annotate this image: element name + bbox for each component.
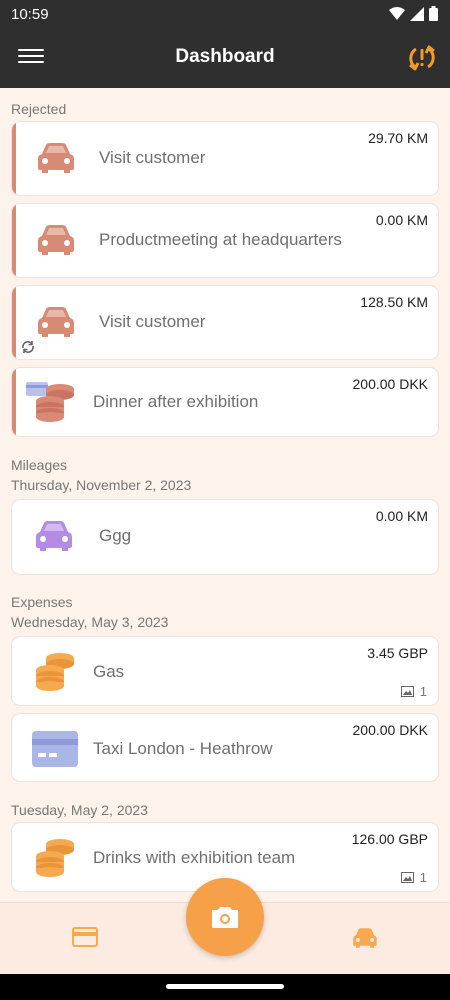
coins-icon [36, 653, 74, 691]
item-title: Visit customer [99, 312, 206, 331]
mileage-car-nav-icon[interactable] [352, 927, 378, 949]
item-title: Dinner after exhibition [93, 392, 259, 411]
car-icon [38, 143, 74, 173]
rejected-item[interactable]: Productmeeting at headquarters 0.00 KM [11, 203, 439, 278]
coins-icon [36, 839, 74, 877]
signal-icon [410, 6, 424, 21]
app-bar: Dashboard [0, 28, 450, 88]
item-title: Visit customer [99, 148, 206, 167]
status-time: 10:59 [11, 6, 49, 23]
item-amount: 128.50 KM [360, 294, 428, 310]
rejected-item[interactable]: Dinner after exhibition 200.00 DKK [11, 367, 439, 437]
camera-icon [212, 907, 238, 928]
status-icons [389, 6, 438, 21]
car-icon [38, 225, 74, 255]
expense-item[interactable]: Gas 3.45 GBP 1 [11, 636, 439, 706]
mileage-item[interactable]: Ggg 0.00 KM [11, 499, 439, 575]
item-amount: 200.00 DKK [352, 722, 429, 738]
section-header-expenses: Expenses [11, 594, 73, 610]
sync-icon [22, 341, 34, 353]
item-title: Taxi London - Heathrow [93, 739, 273, 758]
system-gesture-area [0, 974, 450, 1000]
car-icon [36, 521, 72, 551]
item-title: Ggg [99, 526, 132, 545]
item-title: Gas [93, 662, 125, 681]
section-date: Wednesday, May 3, 2023 [11, 614, 169, 630]
section-header-rejected: Rejected [11, 101, 67, 117]
item-title: Productmeeting at headquarters [99, 230, 342, 249]
wifi-icon [389, 6, 405, 20]
expense-item[interactable]: Taxi London - Heathrow 200.00 DKK [11, 713, 439, 782]
camera-capture-button[interactable] [186, 878, 264, 956]
rejected-item[interactable]: Visit customer 128.50 KM [11, 285, 439, 360]
home-gesture-bar[interactable] [166, 984, 284, 989]
section-date: Thursday, November 2, 2023 [11, 477, 192, 493]
rejected-item[interactable]: Visit customer 29.70 KM [11, 121, 439, 196]
credit-card-icon [32, 731, 78, 767]
status-bar: 10:59 [0, 0, 450, 28]
item-amount: 126.00 GBP [351, 831, 428, 847]
cash-card-icon [26, 382, 74, 422]
item-title: Drinks with exhibition team [93, 848, 296, 867]
item-amount: 0.00 KM [375, 212, 428, 228]
item-amount: 200.00 DKK [352, 376, 429, 392]
item-amount: 0.00 KM [375, 508, 428, 524]
battery-icon [429, 6, 438, 21]
attachment-count-value: 1 [419, 684, 427, 699]
image-icon [400, 686, 414, 697]
page-title: Dashboard [175, 46, 275, 67]
attachment-count: 1 [400, 870, 427, 885]
dashboard-list[interactable]: Rejected Visit customer 29.70 KM Product… [0, 88, 450, 902]
section-header-mileages: Mileages [11, 457, 68, 473]
attachment-count-value: 1 [419, 870, 427, 885]
section-date: Tuesday, May 2, 2023 [11, 802, 148, 818]
car-icon [38, 307, 74, 337]
item-amount: 3.45 GBP [367, 645, 428, 661]
item-amount: 29.70 KM [368, 130, 428, 146]
image-icon [400, 872, 414, 883]
expense-card-nav-icon[interactable] [72, 927, 98, 947]
attachment-count: 1 [400, 684, 427, 699]
sync-warning-icon[interactable] [406, 43, 438, 73]
